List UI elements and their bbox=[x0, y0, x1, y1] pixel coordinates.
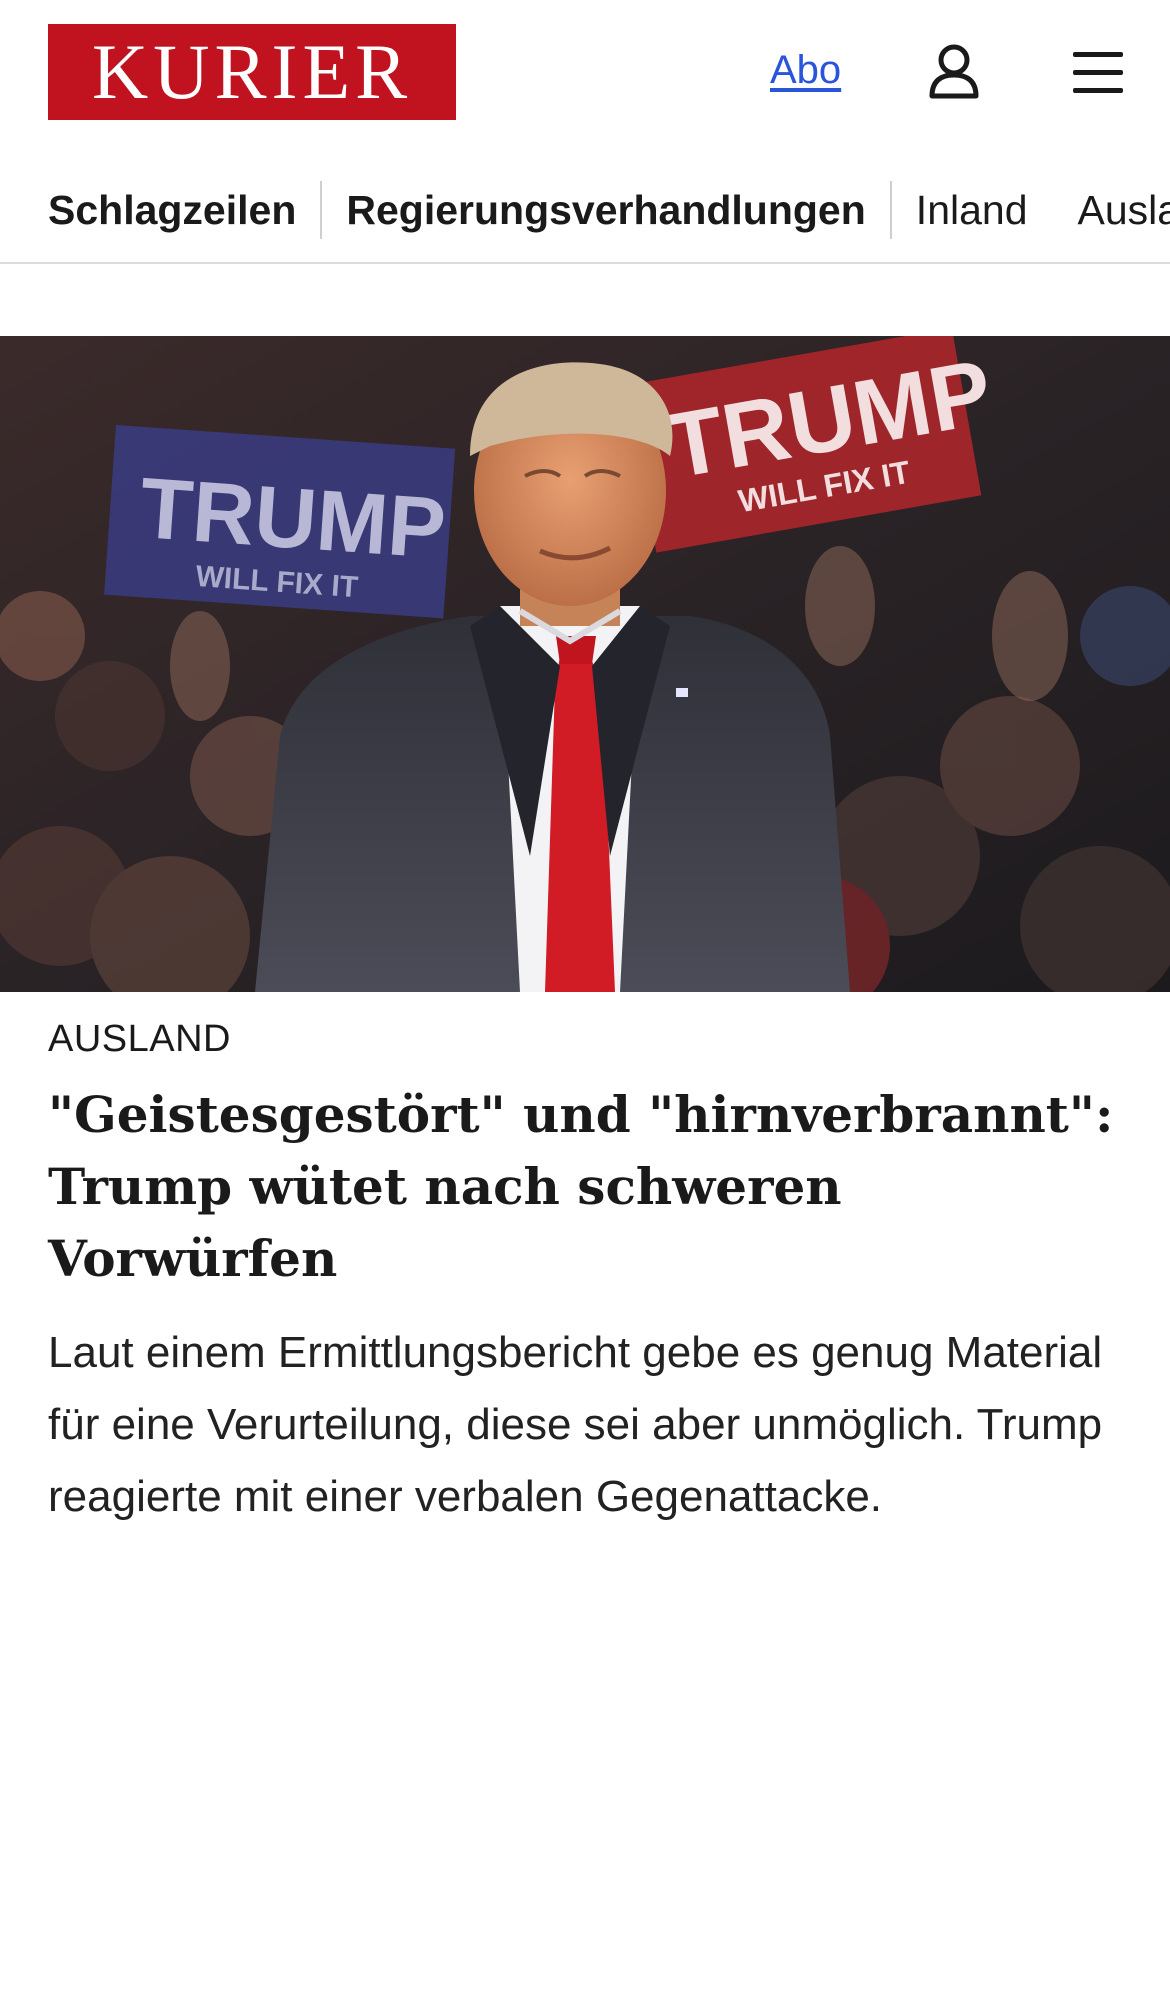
nav-item-ausland[interactable]: Ausland bbox=[1078, 187, 1170, 234]
article-category[interactable]: AUSLAND bbox=[48, 1018, 1128, 1061]
nav-divider bbox=[889, 181, 892, 239]
abo-link[interactable]: Abo bbox=[770, 48, 841, 93]
article-hero-image[interactable]: TRUMP WILL FIX IT TRUMP WILL FIX IT bbox=[0, 336, 1170, 992]
nav-item-inland[interactable]: Inland bbox=[916, 187, 1028, 234]
article-headline[interactable]: "Geistesgestört" und "hirnverbrannt": Tr… bbox=[48, 1079, 1128, 1295]
kurier-logo[interactable]: KURIER bbox=[48, 24, 456, 120]
section-nav: Schlagzeilen Regierungsverhandlungen Inl… bbox=[0, 162, 1170, 264]
logo-text: KURIER bbox=[91, 28, 413, 115]
nav-divider bbox=[320, 181, 323, 239]
article-teaser[interactable]: AUSLAND "Geistesgestört" und "hirnverbra… bbox=[48, 1018, 1128, 1533]
article-summary[interactable]: Laut einem Ermittlungsbericht gebe es ge… bbox=[48, 1317, 1128, 1533]
site-header: KURIER Abo bbox=[0, 0, 1170, 145]
menu-icon[interactable] bbox=[1066, 40, 1130, 104]
user-icon[interactable] bbox=[922, 40, 986, 104]
nav-item-schlagzeilen[interactable]: Schlagzeilen bbox=[48, 187, 296, 234]
nav-item-regierungsverhandlungen[interactable]: Regierungsverhandlungen bbox=[346, 187, 865, 234]
